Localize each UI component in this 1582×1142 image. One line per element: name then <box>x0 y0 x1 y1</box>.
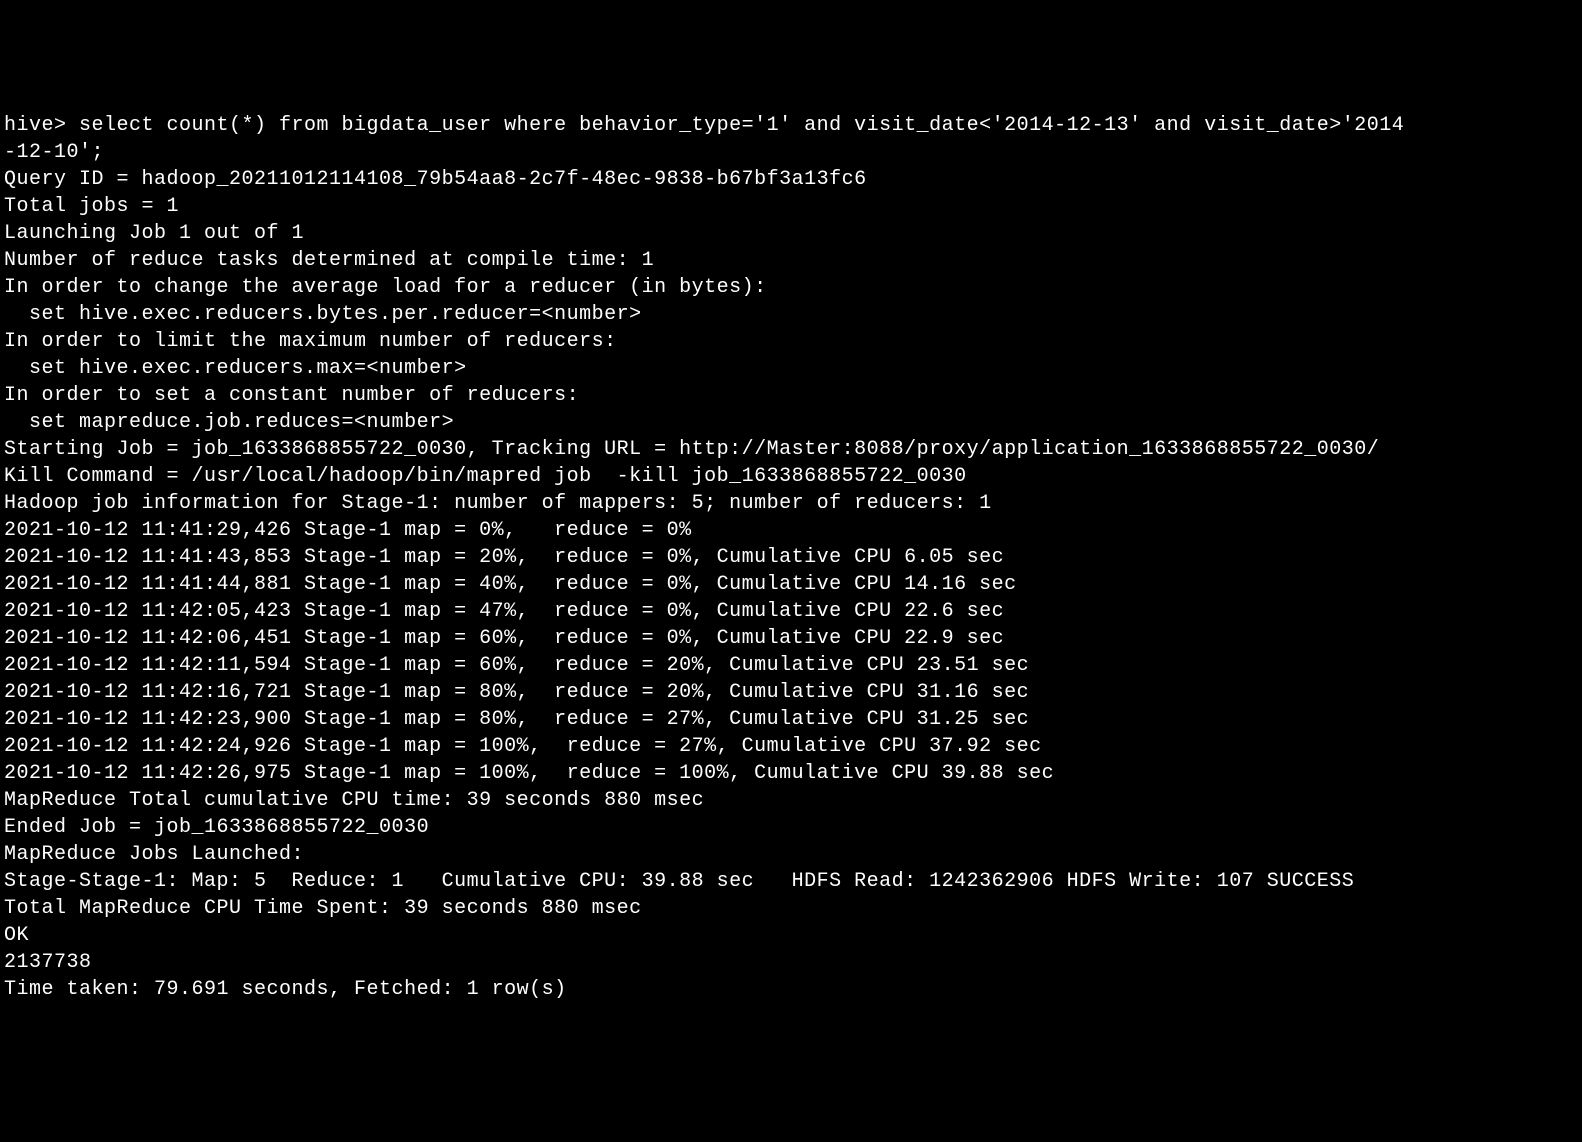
terminal-line: Number of reduce tasks determined at com… <box>4 247 1578 274</box>
terminal-line: OK <box>4 922 1578 949</box>
terminal-line: 2021-10-12 11:42:24,926 Stage-1 map = 10… <box>4 733 1578 760</box>
terminal-line: MapReduce Total cumulative CPU time: 39 … <box>4 787 1578 814</box>
terminal-line: 2021-10-12 11:42:05,423 Stage-1 map = 47… <box>4 598 1578 625</box>
terminal-line: Hadoop job information for Stage-1: numb… <box>4 490 1578 517</box>
terminal-line: In order to change the average load for … <box>4 274 1578 301</box>
terminal-line: Kill Command = /usr/local/hadoop/bin/map… <box>4 463 1578 490</box>
terminal-line: Ended Job = job_1633868855722_0030 <box>4 814 1578 841</box>
terminal-line: 2021-10-12 11:42:11,594 Stage-1 map = 60… <box>4 652 1578 679</box>
terminal-line: 2021-10-12 11:42:26,975 Stage-1 map = 10… <box>4 760 1578 787</box>
terminal-line: 2021-10-12 11:42:16,721 Stage-1 map = 80… <box>4 679 1578 706</box>
terminal-line: 2021-10-12 11:42:06,451 Stage-1 map = 60… <box>4 625 1578 652</box>
terminal-line: set hive.exec.reducers.max=<number> <box>4 355 1578 382</box>
terminal-line: 2137738 <box>4 949 1578 976</box>
terminal-line: In order to limit the maximum number of … <box>4 328 1578 355</box>
terminal-line: Launching Job 1 out of 1 <box>4 220 1578 247</box>
terminal-line: MapReduce Jobs Launched: <box>4 841 1578 868</box>
terminal-line: 2021-10-12 11:41:44,881 Stage-1 map = 40… <box>4 571 1578 598</box>
terminal-line: Time taken: 79.691 seconds, Fetched: 1 r… <box>4 976 1578 1003</box>
terminal-line: Total jobs = 1 <box>4 193 1578 220</box>
terminal-line: 2021-10-12 11:41:29,426 Stage-1 map = 0%… <box>4 517 1578 544</box>
terminal-line: Starting Job = job_1633868855722_0030, T… <box>4 436 1578 463</box>
terminal-line: Query ID = hadoop_20211012114108_79b54aa… <box>4 166 1578 193</box>
terminal-line: set hive.exec.reducers.bytes.per.reducer… <box>4 301 1578 328</box>
terminal-line: set mapreduce.job.reduces=<number> <box>4 409 1578 436</box>
terminal-line: 2021-10-12 11:41:43,853 Stage-1 map = 20… <box>4 544 1578 571</box>
terminal-line: Stage-Stage-1: Map: 5 Reduce: 1 Cumulati… <box>4 868 1578 895</box>
terminal-line: 2021-10-12 11:42:23,900 Stage-1 map = 80… <box>4 706 1578 733</box>
terminal-line: In order to set a constant number of red… <box>4 382 1578 409</box>
terminal-line: Total MapReduce CPU Time Spent: 39 secon… <box>4 895 1578 922</box>
terminal-line: hive> select count(*) from bigdata_user … <box>4 112 1578 166</box>
terminal-output[interactable]: hive> select count(*) from bigdata_user … <box>4 112 1578 1003</box>
